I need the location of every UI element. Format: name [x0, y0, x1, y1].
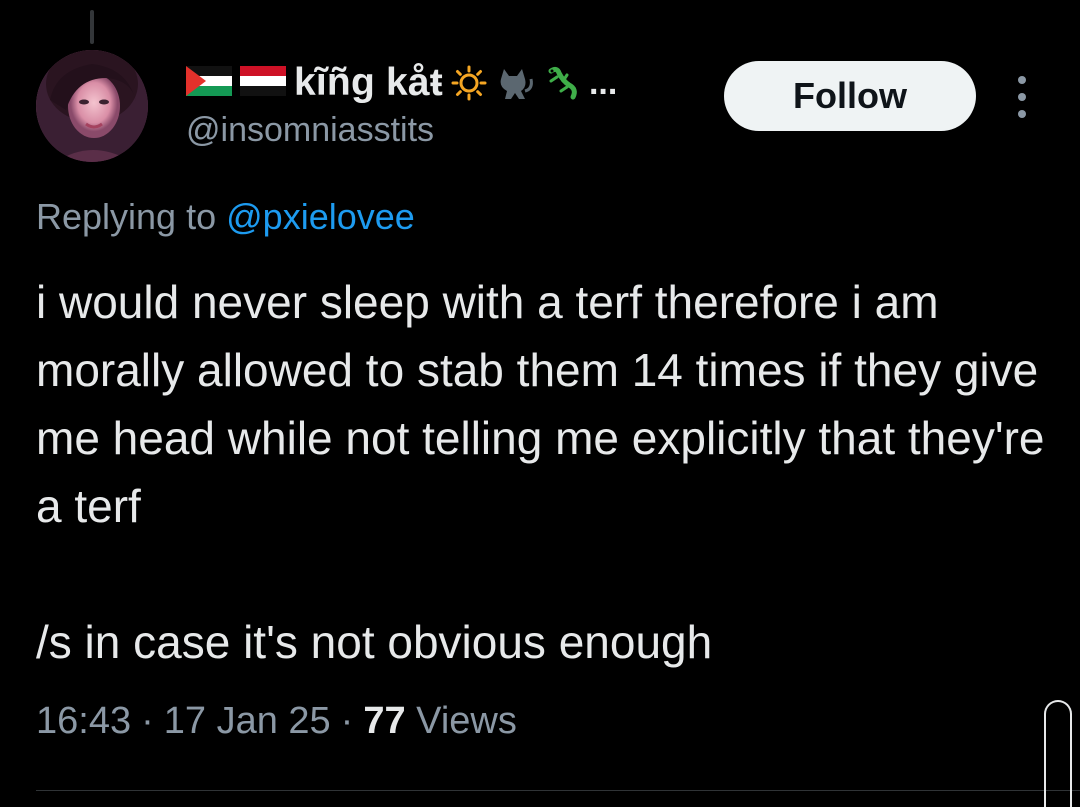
reply-prefix: Replying to: [36, 196, 217, 237]
more-dot: [1018, 93, 1026, 101]
tweet-paragraph: i would never sleep with a terf therefor…: [36, 276, 1045, 532]
tweet-time[interactable]: 16:43: [36, 700, 131, 743]
tweet-body: i would never sleep with a terf therefor…: [36, 268, 1046, 676]
avatar-photo: [36, 50, 148, 162]
display-name[interactable]: kĩñg kåŧ: [294, 61, 443, 105]
palestine-flag-icon: [186, 65, 232, 101]
more-dot: [1018, 76, 1026, 84]
author-handle[interactable]: @insomniasstits: [186, 110, 696, 150]
views-label: Views: [416, 700, 517, 742]
black-cat-icon: [495, 65, 535, 101]
name-truncation-ellipsis: ...: [588, 63, 618, 102]
meta-separator: ·: [340, 700, 354, 742]
tweet-date[interactable]: 17 Jan 25: [164, 700, 331, 743]
tweet-paragraph: /s in case it's not obvious enough: [36, 616, 713, 668]
lizard-icon: [543, 65, 579, 101]
reply-context: Replying to @pxielovee: [36, 196, 415, 238]
follow-button[interactable]: Follow: [724, 61, 976, 131]
author-header: kĩñg kåŧ ... @insomniasstits: [186, 56, 696, 150]
meta-separator: ·: [141, 700, 154, 742]
scrollbar-thumb[interactable]: [1044, 700, 1072, 807]
sun-icon: [451, 65, 487, 101]
reply-mention-link[interactable]: @pxielovee: [226, 196, 415, 237]
tweet-metadata: 16:43 · 17 Jan 25 · 77 Views: [36, 700, 517, 743]
thread-connector-line: [90, 10, 94, 44]
yemen-flag-icon: [240, 65, 286, 101]
author-name-row[interactable]: kĩñg kåŧ ...: [186, 56, 696, 110]
avatar[interactable]: [36, 50, 148, 162]
divider: [36, 790, 1080, 791]
views-count: 77: [363, 700, 406, 742]
more-vertical-icon[interactable]: [1004, 72, 1040, 122]
more-dot: [1018, 110, 1026, 118]
